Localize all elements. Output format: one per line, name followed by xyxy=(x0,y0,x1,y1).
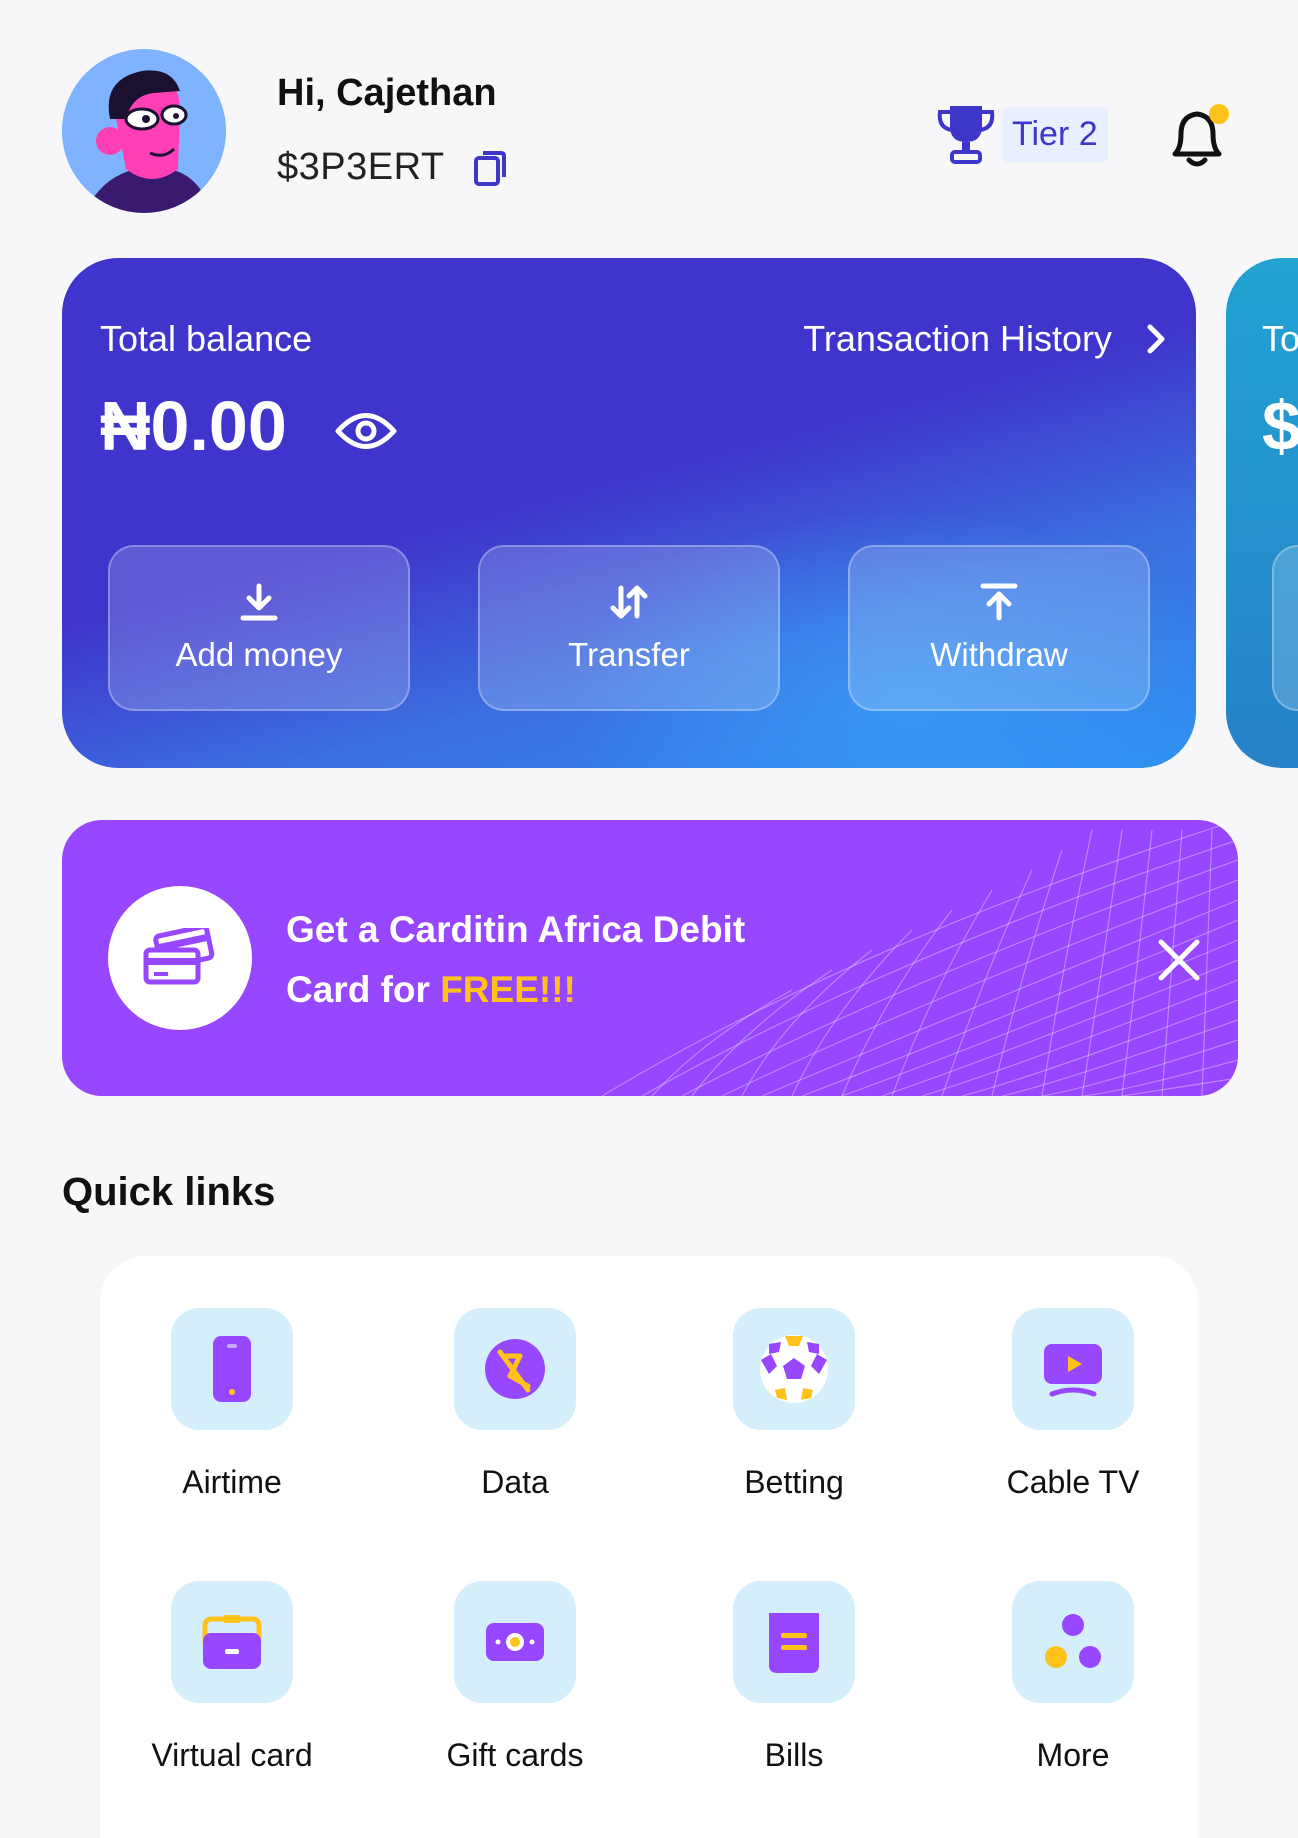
notification-bell-icon[interactable] xyxy=(1165,102,1229,174)
upload-icon xyxy=(980,583,1018,621)
withdraw-button[interactable]: Withdraw xyxy=(848,545,1150,711)
quick-links-title: Quick links xyxy=(62,1170,276,1214)
greeting: Hi, Cajethan xyxy=(277,72,497,114)
secondary-card-label: To xyxy=(1262,318,1298,359)
download-icon xyxy=(240,583,278,621)
balance-amount: ₦0.00 xyxy=(100,387,287,465)
tier-badge: Tier 2 xyxy=(1002,106,1108,162)
betting-tile xyxy=(733,1308,855,1430)
phone-icon xyxy=(213,1336,251,1402)
secondary-balance-card[interactable]: To $ xyxy=(1226,258,1298,768)
credit-cards-icon xyxy=(143,928,215,985)
quick-links-panel: Airtime Data Betting Cable TV Virtual ca… xyxy=(100,1256,1198,1838)
balance-card: Total balance Transaction History ₦0.00 … xyxy=(62,258,1196,768)
quick-link-betting[interactable]: Betting xyxy=(674,1308,914,1501)
gift-cards-label: Gift cards xyxy=(446,1737,584,1773)
eye-icon[interactable] xyxy=(334,406,398,456)
secondary-card-action xyxy=(1272,545,1298,711)
bills-icon xyxy=(769,1613,819,1673)
tv-icon xyxy=(1044,1344,1102,1397)
close-icon[interactable] xyxy=(1157,938,1201,982)
tier-indicator[interactable]: Tier 2 xyxy=(934,102,1108,166)
promo-line-2: Card for FREE!!! xyxy=(286,960,806,1020)
user-handle: $3P3ERT xyxy=(277,146,445,188)
quick-link-bills[interactable]: Bills xyxy=(674,1581,914,1774)
promo-free-highlight: FREE!!! xyxy=(440,969,576,1010)
airtime-label: Airtime xyxy=(182,1464,282,1500)
soccer-ball-icon xyxy=(760,1335,828,1403)
quick-link-gift-cards[interactable]: Gift cards xyxy=(395,1581,635,1774)
chevron-right-icon xyxy=(1147,324,1165,354)
data-tile xyxy=(454,1308,576,1430)
more-dots-icon xyxy=(1045,1614,1101,1668)
transfer-button[interactable]: Transfer xyxy=(478,545,780,711)
home-screen: Hi, Cajethan $3P3ERT Tier 2 Total balanc… xyxy=(0,0,1298,1838)
copy-icon[interactable] xyxy=(473,149,507,187)
airtime-tile xyxy=(171,1308,293,1430)
promo-text: Get a Carditin Africa Debit Card for FRE… xyxy=(286,900,806,1020)
add-money-button[interactable]: Add money xyxy=(108,545,410,711)
quick-link-cable-tv[interactable]: Cable TV xyxy=(953,1308,1193,1501)
cable-tv-tile xyxy=(1012,1308,1134,1430)
data-label: Data xyxy=(481,1464,549,1500)
data-icon xyxy=(485,1339,545,1399)
transfer-arrows-icon xyxy=(610,585,648,619)
transaction-history-label: Transaction History xyxy=(803,318,1112,359)
avatar[interactable] xyxy=(62,49,226,213)
gift-card-icon xyxy=(486,1623,544,1661)
debit-card-promo-banner[interactable]: Get a Carditin Africa Debit Card for FRE… xyxy=(62,820,1238,1096)
betting-label: Betting xyxy=(744,1464,844,1500)
add-money-label: Add money xyxy=(175,636,343,673)
transfer-label: Transfer xyxy=(568,636,690,673)
virtual-card-label: Virtual card xyxy=(151,1737,313,1773)
secondary-card-amount: $ xyxy=(1262,387,1298,465)
quick-link-more[interactable]: More xyxy=(953,1581,1193,1774)
quick-link-virtual-card[interactable]: Virtual card xyxy=(112,1581,352,1774)
more-label: More xyxy=(1036,1737,1110,1773)
bills-tile xyxy=(733,1581,855,1703)
gift-cards-tile xyxy=(454,1581,576,1703)
bills-label: Bills xyxy=(764,1737,824,1773)
trophy-icon xyxy=(937,106,995,164)
virtual-card-tile xyxy=(171,1581,293,1703)
transaction-history-link[interactable]: Transaction History xyxy=(803,318,1168,360)
promo-line-2-prefix: Card for xyxy=(286,969,441,1010)
quick-link-data[interactable]: Data xyxy=(395,1308,635,1501)
promo-line-1: Get a Carditin Africa Debit xyxy=(286,909,746,950)
total-balance-label: Total balance xyxy=(100,318,313,359)
withdraw-label: Withdraw xyxy=(930,636,1068,673)
cable-tv-label: Cable TV xyxy=(1006,1464,1140,1500)
avatar-illustration xyxy=(62,49,226,213)
card-icon-circle xyxy=(108,886,252,1030)
wallet-icon xyxy=(202,1615,262,1669)
more-tile xyxy=(1012,1581,1134,1703)
user-handle-row: $3P3ERT xyxy=(277,146,507,189)
quick-link-airtime[interactable]: Airtime xyxy=(112,1308,352,1501)
